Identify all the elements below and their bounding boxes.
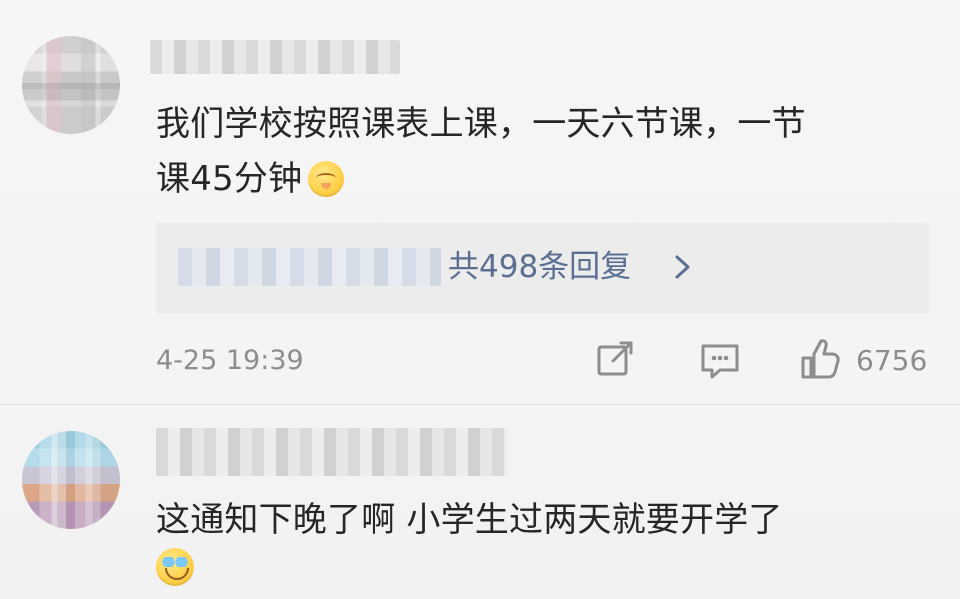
reply-count-link[interactable]: 共498条回复 — [448, 243, 631, 291]
laugh-cry-face-icon — [156, 548, 194, 586]
username-blurred[interactable] — [150, 40, 400, 74]
chevron-right-icon[interactable] — [664, 247, 704, 287]
shy-face-icon — [308, 161, 345, 197]
comment-text-line: 我们学校按照课表上课，一天六节课，一节 — [156, 104, 806, 144]
reply-user-blurred — [178, 248, 441, 286]
comment-text-line: 这通知下晚了啊 小学生过两天就要开学了 — [156, 500, 783, 540]
comment-text-line: 课45分钟 — [156, 159, 303, 199]
reply-summary-box[interactable]: 共498条回复 — [156, 223, 929, 313]
comments-page: 我们学校按照课表上课，一天六节课，一节 课45分钟 共498条回复 4-25 1… — [0, 0, 960, 599]
avatar[interactable] — [22, 36, 120, 134]
thumb-up-icon[interactable] — [796, 337, 844, 385]
timestamp: 4-25 19:39 — [156, 345, 304, 376]
username-blurred[interactable] — [156, 428, 506, 476]
share-icon[interactable] — [593, 337, 641, 385]
comment-meta-row: 4-25 19:39 6756 — [156, 333, 929, 389]
comment-icon[interactable] — [696, 337, 744, 385]
comment-text-line-with-emoji: 课45分钟 — [156, 151, 345, 207]
avatar[interactable] — [22, 431, 120, 529]
like-count: 6756 — [856, 344, 928, 377]
